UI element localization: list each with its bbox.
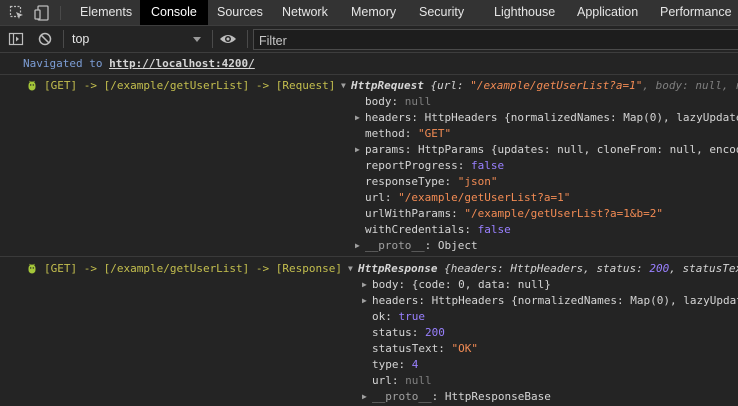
prop-report-progress: reportProgress: false (365, 159, 505, 172)
response-log-label: [GET] -> [/example/getUserList] -> [Resp… (26, 262, 342, 275)
device-toolbar-icon[interactable] (34, 5, 50, 21)
prop-proto[interactable]: ▶ __proto__: HttpResponseBase (362, 390, 551, 403)
tab-network[interactable]: Network (271, 0, 339, 25)
collapsed-triangle-icon: ▶ (362, 280, 367, 289)
toolbar-divider (247, 30, 248, 48)
prop-ok: ok: true (372, 310, 425, 323)
prop-body[interactable]: ▶ body: {code: 0, data: null} (362, 278, 551, 291)
request-object-summary[interactable]: ▼ HttpRequest {url: "/example/getUserList… (341, 79, 738, 92)
prop-params[interactable]: ▶ params: HttpParams {updates: null, clon… (355, 143, 738, 156)
filter-input[interactable] (254, 31, 738, 51)
collapsed-triangle-icon: ▶ (355, 241, 360, 250)
chevron-down-icon (193, 37, 201, 42)
tab-elements[interactable]: Elements (69, 0, 143, 25)
toolbar-divider (60, 6, 61, 20)
prop-url: url: null (372, 374, 432, 387)
expanded-triangle-icon: ▼ (348, 264, 353, 273)
tab-console[interactable]: Console (140, 0, 208, 25)
prop-response-type: responseType: "json" (365, 175, 498, 188)
live-expression-eye-icon[interactable] (219, 31, 237, 51)
collapsed-triangle-icon: ▶ (355, 113, 360, 122)
tab-sources[interactable]: Sources (206, 0, 274, 25)
expanded-triangle-icon: ▼ (341, 81, 346, 90)
prop-status: status: 200 (372, 326, 445, 339)
toolbar-divider (63, 30, 64, 48)
collapsed-triangle-icon: ▶ (362, 296, 367, 305)
execution-context-select[interactable]: top (72, 26, 89, 52)
request-log-label: [GET] -> [/example/getUserList] -> [Requ… (26, 79, 335, 92)
console-toolbar: top (0, 26, 738, 53)
message-divider (0, 256, 738, 257)
prop-with-credentials: withCredentials: false (365, 223, 511, 236)
prop-proto[interactable]: ▶ __proto__: Object (355, 239, 478, 252)
collapsed-triangle-icon: ▶ (362, 392, 367, 401)
navigated-url-link[interactable]: http://localhost:4200/ (109, 57, 255, 70)
clear-console-icon[interactable] (37, 31, 53, 51)
prop-url: url: "/example/getUserList?a=1" (365, 191, 571, 204)
filter-box (253, 29, 738, 51)
android-bug-icon (28, 263, 36, 274)
prop-headers[interactable]: ▶ headers: HttpHeaders {normalizedNames: … (362, 294, 738, 307)
response-object-summary[interactable]: ▼ HttpResponse {headers: HttpHeaders, sta… (348, 262, 738, 275)
tab-application[interactable]: Application (566, 0, 649, 25)
tab-lighthouse[interactable]: Lighthouse (483, 0, 566, 25)
tab-security[interactable]: Security (408, 0, 475, 25)
prop-type: type: 4 (372, 358, 419, 371)
devtools-tab-bar: Elements Console Sources Network Memory … (0, 0, 738, 26)
inspect-element-icon[interactable] (9, 5, 25, 21)
prop-method: method: "GET" (365, 127, 452, 140)
android-bug-icon (28, 80, 36, 91)
tab-performance[interactable]: Performance (649, 0, 738, 25)
prop-url-with-params: urlWithParams: "/example/getUserList?a=1… (365, 207, 664, 220)
tab-memory[interactable]: Memory (340, 0, 407, 25)
prop-status-text: statusText: "OK" (372, 342, 478, 355)
prop-body: body: null (365, 95, 432, 108)
message-divider (0, 74, 738, 75)
prop-headers[interactable]: ▶ headers: HttpHeaders {normalizedNames: … (355, 111, 738, 124)
toolbar-divider (212, 30, 213, 48)
collapsed-triangle-icon: ▶ (355, 145, 360, 154)
show-sidebar-icon[interactable] (8, 31, 24, 51)
navigation-message: Navigated to http://localhost:4200/ (23, 57, 255, 70)
